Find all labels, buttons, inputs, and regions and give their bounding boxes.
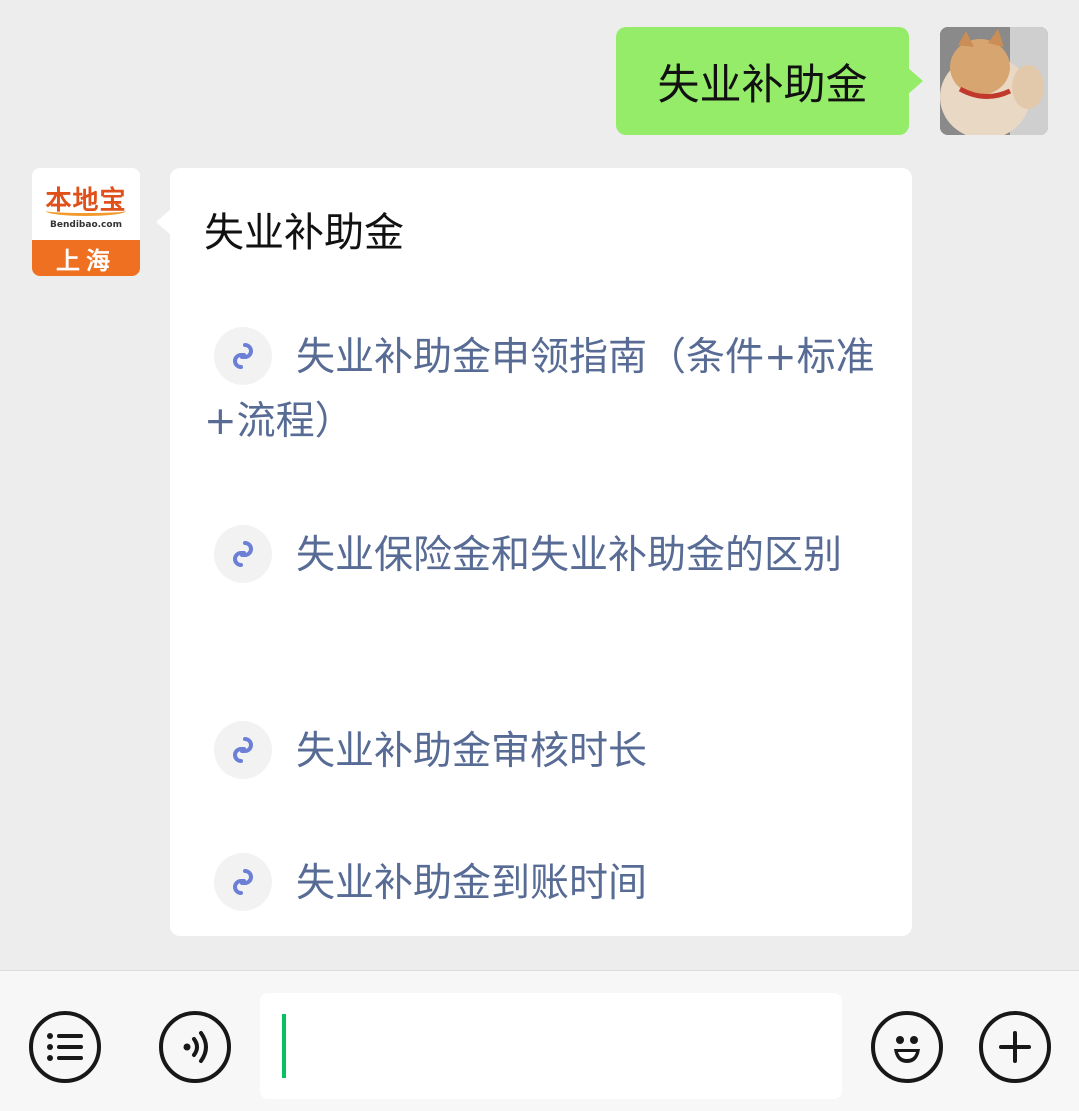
outgoing-message-text: 失业补助金 [657, 59, 868, 109]
brand-logo-domain: Bendibao.com [50, 220, 122, 230]
mini-program-link-icon [214, 524, 272, 583]
plus-icon [999, 1031, 1031, 1063]
mini-program-link-icon [214, 720, 272, 779]
link-label: 失业保险金和失业补助金的区别 [296, 533, 843, 578]
brand-city-label: 上海 [32, 240, 140, 276]
menu-button[interactable] [29, 1011, 101, 1083]
brand-logo-arc [46, 206, 126, 216]
link-label: 失业补助金审核时长 [296, 729, 648, 774]
mini-program-link-icon [214, 326, 272, 385]
incoming-message-title: 失业补助金 [204, 210, 404, 256]
cat-avatar-image [940, 27, 1048, 135]
link-label: 失业补助金申领指南（条件+标准+流程） [204, 335, 875, 444]
mini-program-link-icon [214, 852, 272, 911]
link-item[interactable]: 失业补助金申领指南（条件+标准+流程） [204, 326, 884, 454]
official-account-avatar[interactable]: 本地宝 Bendibao.com 上海 [32, 168, 140, 276]
message-input-bar [0, 970, 1079, 1111]
chat-area: 失业补助金 本地宝 Bendibao.com 上海 失业补助金 失业补助金申领指… [0, 0, 1079, 970]
voice-button[interactable] [159, 1011, 231, 1083]
text-cursor [282, 1014, 286, 1078]
message-input[interactable] [260, 993, 842, 1099]
voice-icon [183, 1031, 208, 1063]
link-item[interactable]: 失业补助金审核时长 [204, 720, 884, 784]
user-avatar[interactable] [940, 27, 1048, 135]
menu-list-icon [47, 1033, 83, 1061]
link-item[interactable]: 失业保险金和失业补助金的区别 [204, 524, 884, 588]
incoming-message-bubble: 失业补助金 失业补助金申领指南（条件+标准+流程） 失业保险金和失业补助金的区别… [156, 168, 912, 936]
link-item[interactable]: 失业补助金到账时间 [204, 852, 884, 916]
emoji-icon [894, 1036, 920, 1063]
emoji-button[interactable] [871, 1011, 943, 1083]
link-label: 失业补助金到账时间 [296, 861, 648, 906]
outgoing-message-bubble[interactable]: 失业补助金 [616, 27, 923, 135]
more-functions-button[interactable] [979, 1011, 1051, 1083]
